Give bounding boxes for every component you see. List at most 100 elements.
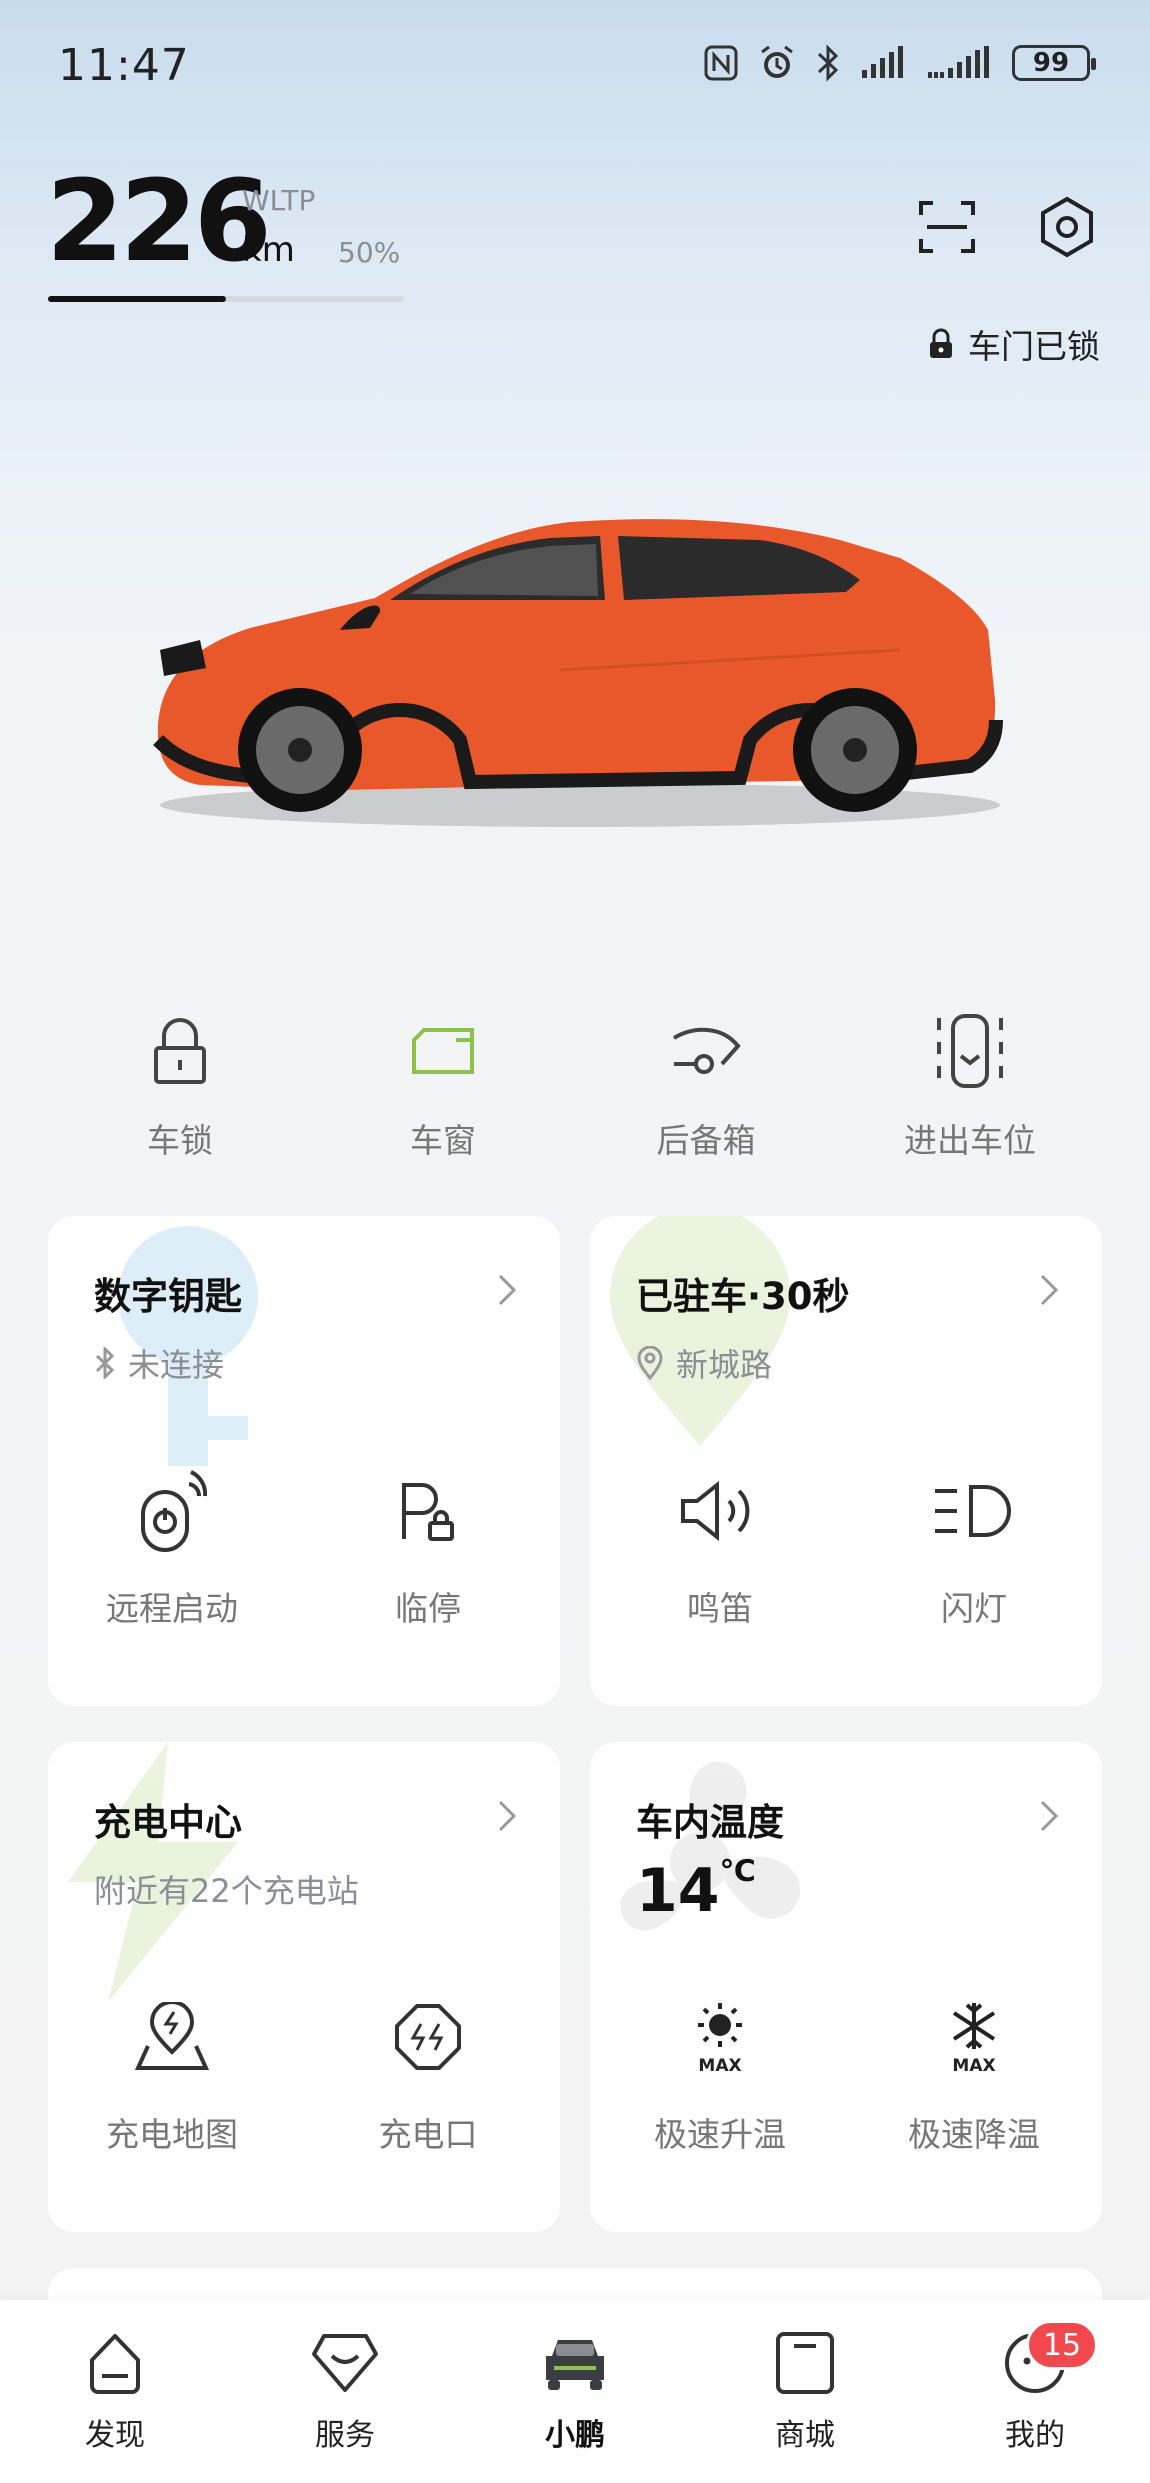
action-label: 闪灯 (941, 1589, 1007, 1628)
charge-port-icon (395, 2004, 461, 2070)
nfc-icon (704, 45, 738, 81)
nav-discover[interactable]: 发现 (30, 2328, 200, 2454)
max-cool-button[interactable]: MAX 极速降温 (874, 1992, 1074, 2156)
nav-label: 服务 (315, 2418, 375, 2453)
chevron-right-icon[interactable] (496, 1272, 518, 1308)
charge-port-button[interactable]: 充电口 (328, 1992, 528, 2156)
quick-control-lock[interactable]: 车锁 (70, 1010, 290, 1162)
range-progress-fill (48, 296, 226, 302)
nav-label: 商城 (775, 2418, 835, 2453)
scan-icon (919, 201, 975, 253)
card-title: 数字钥匙 (94, 1275, 242, 1318)
connection-status: 未连接 (94, 1340, 224, 1386)
notification-badge: 15 (1026, 2320, 1098, 2370)
nav-shop[interactable]: 商城 (720, 2328, 890, 2454)
svg-text:MAX: MAX (952, 2056, 995, 2075)
action-label: 鸣笛 (687, 1589, 753, 1628)
range-unit: km (242, 230, 295, 270)
window-icon (412, 1028, 474, 1074)
parking-icon (937, 1014, 1003, 1088)
lock-small-icon (930, 328, 952, 358)
bluetooth-icon (95, 1347, 115, 1379)
trunk-icon (672, 1027, 741, 1074)
parking-location-label: 新城路 (676, 1346, 773, 1384)
max-cool-icon: MAX (952, 2003, 996, 2075)
quick-control-label: 车锁 (147, 1121, 213, 1160)
flash-lights-icon (935, 1485, 1011, 1537)
nav-profile[interactable]: 我的 15 (950, 2320, 1120, 2454)
parking-location: 新城路 (636, 1340, 772, 1386)
action-label: 极速升温 (654, 2115, 786, 2154)
status-time: 11:47 (58, 40, 190, 91)
range-value: 226 (46, 157, 272, 287)
battery-icon: 99 (1012, 45, 1096, 81)
charge-map-button[interactable]: 充电地图 (72, 1992, 272, 2156)
signal-icon (862, 46, 903, 78)
quick-control-parking[interactable]: 进出车位 (860, 1010, 1080, 1162)
location-pin-icon (637, 1346, 663, 1380)
chevron-right-icon[interactable] (496, 1798, 518, 1834)
charging-card[interactable]: 充电中心 附近有22个充电站 充电地图 充电口 (48, 1742, 560, 2232)
alarm-icon (761, 45, 793, 78)
quick-control-trunk[interactable]: 后备箱 (596, 1010, 816, 1162)
settings-button[interactable] (1032, 192, 1102, 262)
nav-label: 小鹏 (545, 2418, 605, 2453)
signal-icon-2 (928, 46, 989, 78)
chevron-right-icon[interactable] (1038, 1272, 1060, 1308)
connection-status-label: 未连接 (128, 1346, 225, 1384)
car-image (153, 519, 1003, 827)
horn-icon (681, 1480, 750, 1542)
nav-label: 发现 (85, 2418, 145, 2453)
location-watermark-icon (610, 1216, 790, 1446)
temperature-value: 14 (636, 1856, 720, 1926)
quick-control-label: 进出车位 (904, 1121, 1036, 1160)
quick-control-window[interactable]: 车窗 (333, 1010, 553, 1162)
card-title: 已驻车·30秒 (636, 1275, 850, 1318)
temp-park-button[interactable]: 临停 (328, 1466, 528, 1630)
card-title: 充电中心 (94, 1801, 242, 1844)
quick-control-label: 后备箱 (656, 1121, 756, 1160)
battery-percent: 50% (338, 236, 401, 269)
settings-icon (1041, 196, 1093, 258)
door-status: 车门已锁 (928, 320, 1100, 368)
parked-card[interactable]: 已驻车·30秒 新城路 鸣笛 闪灯 (590, 1216, 1102, 1706)
charge-map-icon (134, 2002, 210, 2070)
bottom-nav: 发现 服务 小鹏 商城 我的 15 (0, 2300, 1150, 2483)
range-standard: WLTP (242, 184, 316, 217)
shop-icon (776, 2332, 834, 2394)
battery-level: 99 (1032, 48, 1070, 78)
action-label: 极速降温 (908, 2115, 1040, 2154)
bluetooth-icon (817, 44, 839, 82)
status-icons: 99 (704, 44, 1096, 82)
nav-xpeng[interactable]: 小鹏 (490, 2328, 660, 2454)
charging-stations-nearby: 附近有22个充电站 (94, 1872, 359, 1910)
car-icon (546, 2340, 604, 2390)
cabin-temperature: 14℃ (636, 1854, 756, 1926)
action-label: 充电口 (378, 2115, 478, 2154)
action-label: 充电地图 (106, 2115, 238, 2154)
service-icon (312, 2334, 378, 2392)
flash-lights-button[interactable]: 闪灯 (874, 1466, 1074, 1630)
svg-text:MAX: MAX (698, 2056, 741, 2075)
nav-service[interactable]: 服务 (260, 2328, 430, 2454)
scan-button[interactable] (912, 192, 982, 262)
horn-button[interactable]: 鸣笛 (620, 1466, 820, 1630)
action-label: 远程启动 (106, 1589, 238, 1628)
max-heat-button[interactable]: MAX 极速升温 (620, 1992, 820, 2156)
card-title: 车内温度 (636, 1801, 784, 1844)
remote-start-button[interactable]: 远程启动 (72, 1466, 272, 1630)
lock-icon (154, 1018, 206, 1084)
temp-park-icon (402, 1483, 454, 1541)
cabin-temperature-card[interactable]: 车内温度 14℃ MAX 极速升温 MAX 极速降温 (590, 1742, 1102, 2232)
range-progress-bar (48, 296, 404, 302)
discover-icon (90, 2334, 140, 2394)
remote-start-icon (141, 1470, 207, 1552)
max-heat-icon: MAX (698, 2003, 742, 2075)
action-label: 临停 (395, 1589, 461, 1628)
nav-label: 我的 (1005, 2418, 1065, 2453)
chevron-right-icon[interactable] (1038, 1798, 1060, 1834)
quick-control-label: 车窗 (410, 1121, 476, 1160)
door-status-label: 车门已锁 (968, 327, 1100, 366)
digital-key-card[interactable]: 数字钥匙 未连接 远程启动 临停 (48, 1216, 560, 1706)
temperature-unit: ℃ (719, 1854, 756, 1889)
